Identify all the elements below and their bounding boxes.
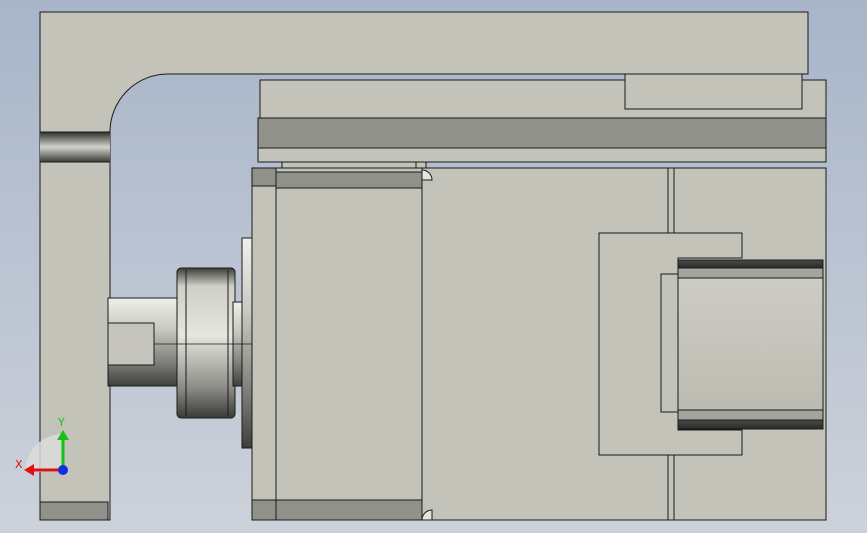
motor-front-band-top — [275, 171, 423, 189]
triad-z-axis — [58, 465, 68, 475]
bracket-slot — [40, 132, 110, 162]
motor-housing[interactable] — [251, 167, 827, 521]
connector-band-bottom — [677, 419, 824, 430]
bracket-foot-band — [39, 501, 109, 521]
motor-flange-cap-top — [251, 167, 277, 187]
connector-band-bottom-lip — [677, 409, 824, 421]
motor-front-body — [275, 167, 423, 521]
motor-front-band-bottom — [275, 499, 423, 521]
connector-body — [677, 259, 824, 429]
triad-x-label: X — [15, 458, 23, 471]
rail-stopper — [624, 73, 803, 110]
motor-flange-cap-bottom — [251, 499, 277, 521]
rail-dark-band — [257, 117, 827, 149]
motor-pilot — [241, 237, 253, 449]
triad-y-label: Y — [57, 416, 65, 429]
motor-flange — [251, 167, 277, 521]
rail-lower-lip — [257, 147, 827, 163]
connector-band-top-lip — [677, 267, 824, 279]
cad-viewport[interactable]: Y X — [0, 0, 867, 533]
connector-band-top — [677, 259, 824, 269]
shaft-keyway — [107, 322, 155, 366]
slide-rail[interactable] — [257, 73, 827, 171]
connector-plate — [660, 273, 680, 413]
